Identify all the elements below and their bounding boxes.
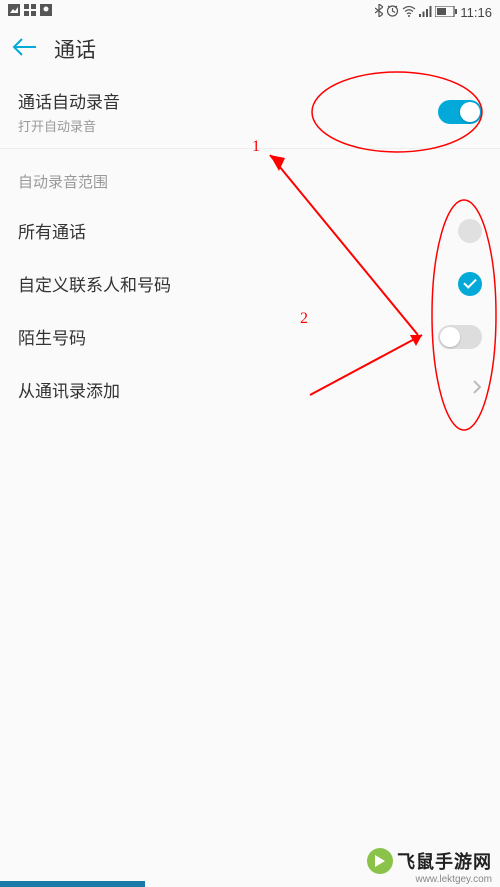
all-calls-text: 所有通话 (18, 218, 458, 243)
header: 通话 (0, 24, 500, 74)
add-from-contacts-text: 从通讯录添加 (18, 377, 472, 402)
custom-contacts-text: 自定义联系人和号码 (18, 271, 458, 296)
footer-accent (0, 881, 145, 887)
gallery-icon (8, 3, 20, 21)
all-calls-row[interactable]: 所有通话 (0, 204, 500, 257)
grid-icon (24, 3, 36, 21)
unknown-numbers-toggle[interactable] (438, 325, 482, 349)
custom-contacts-title: 自定义联系人和号码 (18, 271, 458, 296)
toggle-knob (440, 327, 460, 347)
unknown-numbers-title: 陌生号码 (18, 324, 438, 349)
custom-contacts-row[interactable]: 自定义联系人和号码 (0, 257, 500, 310)
all-calls-radio[interactable] (458, 219, 482, 243)
watermark: 飞鼠手游网 www.lektgey.com (359, 844, 500, 887)
auto-record-row[interactable]: 通话自动录音 打开自动录音 (0, 74, 500, 149)
back-button[interactable] (12, 37, 38, 62)
auto-record-text: 通话自动录音 打开自动录音 (18, 88, 438, 135)
battery-icon (435, 5, 457, 20)
annotation-label-1: 1 (252, 138, 260, 156)
watermark-logo-icon (367, 848, 393, 874)
section-label: 自动录音范围 (0, 149, 500, 204)
content: 通话自动录音 打开自动录音 自动录音范围 所有通话 自定义联系人和号码 陌生号码… (0, 74, 500, 416)
signal-icon (419, 5, 432, 20)
wifi-icon (402, 5, 416, 20)
status-right-icons: 11:16 (375, 4, 492, 20)
auto-record-toggle[interactable] (438, 100, 482, 124)
page-title: 通话 (54, 34, 96, 64)
auto-record-subtitle: 打开自动录音 (18, 116, 438, 135)
status-time: 11:16 (460, 5, 492, 20)
watermark-brand: 飞鼠手游网 (397, 848, 492, 874)
flag-icon (40, 3, 52, 21)
custom-contacts-radio[interactable] (458, 272, 482, 296)
alarm-icon (386, 4, 399, 20)
add-from-contacts-title: 从通讯录添加 (18, 377, 472, 402)
unknown-numbers-row[interactable]: 陌生号码 (0, 310, 500, 363)
annotation-label-2: 2 (300, 310, 308, 328)
bluetooth-icon (375, 4, 383, 20)
add-from-contacts-row[interactable]: 从通讯录添加 (0, 363, 500, 416)
chevron-right-icon (472, 379, 482, 400)
toggle-knob (460, 102, 480, 122)
all-calls-title: 所有通话 (18, 218, 458, 243)
unknown-numbers-text: 陌生号码 (18, 324, 438, 349)
status-bar: 11:16 (0, 0, 500, 24)
status-left-icons (8, 3, 52, 21)
auto-record-title: 通话自动录音 (18, 88, 438, 113)
watermark-url: www.lektgey.com (415, 874, 492, 885)
